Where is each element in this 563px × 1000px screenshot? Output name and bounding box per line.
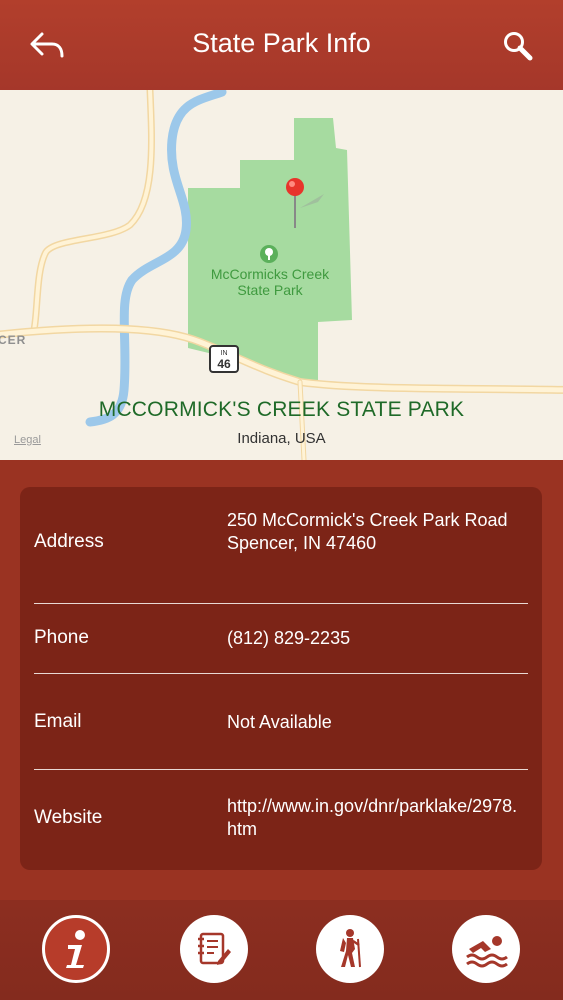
svg-text:46: 46 bbox=[217, 357, 231, 371]
swimmer-icon bbox=[466, 936, 508, 968]
divider bbox=[34, 769, 528, 770]
divider bbox=[34, 673, 528, 674]
notepad-icon bbox=[198, 932, 231, 965]
svg-text:IN: IN bbox=[221, 350, 228, 357]
email-value: Not Available bbox=[227, 712, 332, 732]
app-header: State Park Info bbox=[0, 0, 563, 90]
website-value[interactable]: http://www.in.gov/dnr/parklake/2978.htm bbox=[227, 795, 527, 841]
phone-value[interactable]: (812) 829-2235 bbox=[227, 627, 527, 650]
info-icon bbox=[66, 930, 85, 968]
address-value: 250 McCormick's Creek Park Road Spencer,… bbox=[227, 509, 527, 555]
tab-info[interactable] bbox=[42, 915, 110, 983]
tab-notes[interactable] bbox=[180, 915, 248, 983]
website-label: Website bbox=[34, 807, 103, 828]
hiker-icon bbox=[340, 929, 361, 968]
park-map-label: McCormicks Creek State Park bbox=[210, 266, 330, 298]
park-map[interactable]: IN 46 McCormicks Creek State Park CER MC… bbox=[0, 90, 563, 460]
park-title: MCCORMICK'S CREEK STATE PARK bbox=[98, 398, 465, 421]
address-line-2: Spencer, IN 47460 bbox=[227, 533, 377, 553]
park-tree-icon bbox=[260, 245, 278, 263]
address-label: Address bbox=[34, 531, 104, 552]
town-label: CER bbox=[0, 333, 27, 347]
park-info-card: Address 250 McCormick's Creek Park Road … bbox=[20, 487, 542, 870]
tab-swimming[interactable] bbox=[452, 915, 520, 983]
page-title: State Park Info bbox=[192, 28, 371, 58]
tab-hiking[interactable] bbox=[316, 915, 384, 983]
address-line-1: 250 McCormick's Creek Park Road bbox=[227, 510, 508, 530]
search-button[interactable] bbox=[500, 28, 536, 64]
divider bbox=[34, 603, 528, 604]
search-icon bbox=[504, 32, 533, 61]
legal-link[interactable]: Legal bbox=[14, 434, 41, 446]
email-label: Email bbox=[34, 711, 82, 732]
park-location: Indiana, USA bbox=[237, 430, 326, 447]
phone-label: Phone bbox=[34, 627, 89, 648]
bottom-tab-bar bbox=[0, 900, 563, 1000]
highway-shield-icon: IN 46 bbox=[209, 345, 239, 373]
